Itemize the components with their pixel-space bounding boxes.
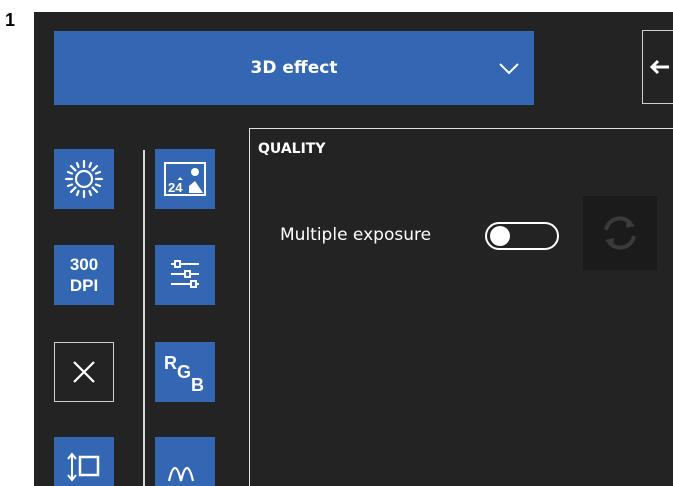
close-icon [73, 361, 95, 383]
rgb-g-label: G [177, 362, 191, 382]
resize-button[interactable] [54, 437, 114, 486]
dpi-value: 300 [69, 255, 99, 274]
adjustments-button[interactable] [155, 245, 215, 305]
quality-title: QUALITY [258, 141, 326, 157]
brightness-button[interactable] [54, 149, 114, 209]
rgb-icon: R G B [164, 353, 204, 395]
multiple-exposure-toggle[interactable] [485, 222, 559, 250]
dpi-label: 300 DPI [70, 254, 98, 296]
scanner-panel: 3D effect 300 DPI 24 R G B QUALITY Multi… [34, 12, 673, 486]
sun-icon [64, 159, 104, 199]
rgb-r-label: R [164, 353, 177, 373]
resize-icon [67, 452, 100, 482]
refresh-icon [604, 216, 636, 250]
refresh-button[interactable] [583, 196, 657, 270]
image-24-icon: 24 [164, 162, 206, 196]
levels-button[interactable] [155, 437, 215, 486]
toggle-knob [490, 226, 510, 246]
color-depth-badge: 24 [168, 180, 183, 195]
color-depth-button[interactable]: 24 [155, 149, 215, 209]
effect-dropdown[interactable]: 3D effect [54, 31, 534, 105]
quality-panel: QUALITY Multiple exposure [249, 128, 673, 486]
arrow-left-icon [649, 59, 669, 75]
step-number: 1 [5, 10, 16, 30]
rgb-b-label: B [191, 375, 204, 395]
back-button[interactable] [642, 30, 673, 104]
clear-button[interactable] [54, 342, 114, 402]
multiple-exposure-label: Multiple exposure [280, 225, 432, 245]
dpi-unit: DPI [69, 276, 99, 295]
rgb-button[interactable]: R G B [155, 342, 215, 402]
dpi-button[interactable]: 300 DPI [54, 245, 114, 305]
chevron-down-icon [499, 63, 519, 75]
toolbar-divider [143, 150, 145, 486]
sliders-icon [171, 260, 199, 288]
levels-icon [167, 466, 195, 482]
effect-dropdown-label: 3D effect [250, 58, 338, 78]
